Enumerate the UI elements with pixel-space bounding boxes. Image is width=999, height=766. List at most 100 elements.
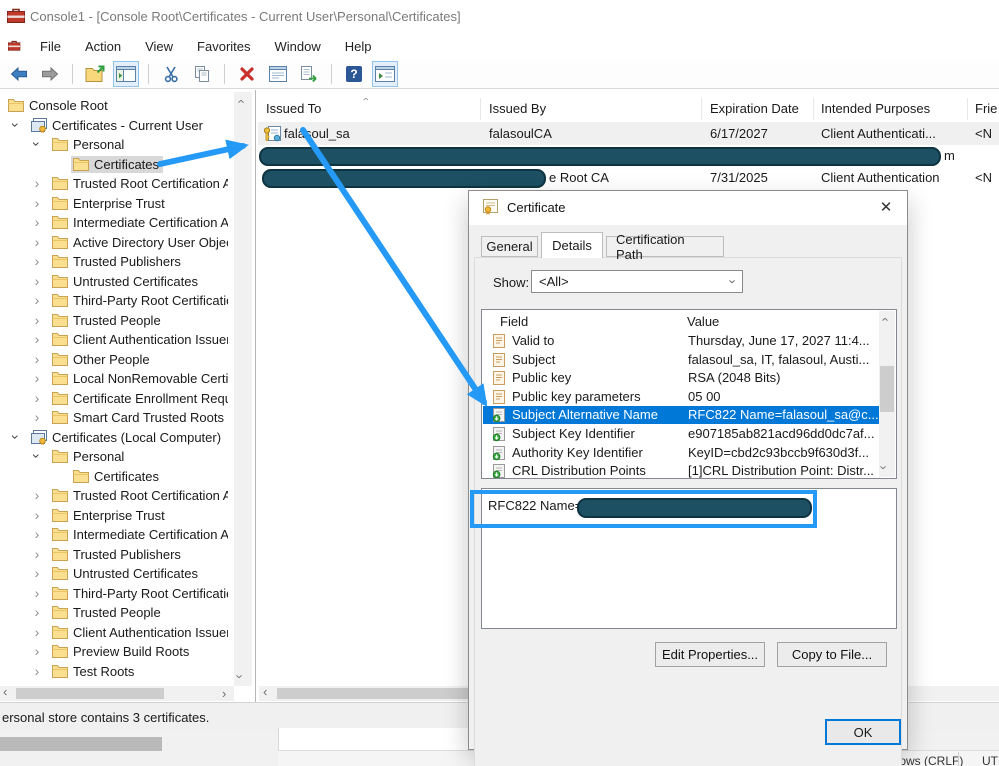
- tree-node[interactable]: Trusted Root Certification Au: [50, 487, 228, 504]
- tree-node[interactable]: Personal: [50, 136, 128, 153]
- field-list-scrollbar[interactable]: › ›: [879, 311, 895, 477]
- menu-help[interactable]: Help: [345, 39, 372, 54]
- tree-node[interactable]: Console Root: [6, 97, 112, 114]
- tree-node[interactable]: Third-Party Root Certification: [50, 585, 228, 602]
- tree-item-trusted-root-certification-au[interactable]: ›Trusted Root Certification Au: [0, 174, 228, 193]
- tree-item-intermediate-certification-au[interactable]: › Intermediate Certification Au: [0, 525, 228, 544]
- tree-item-local-nonremovable-certifi[interactable]: › Local NonRemovable Certifi: [0, 369, 228, 388]
- tree-node[interactable]: Active Directory User Object: [50, 234, 228, 251]
- chevron-collapsed-icon[interactable]: ›: [31, 627, 43, 637]
- tree-item-certificate-enrollment-reque[interactable]: ›Certificate Enrollment Reque: [0, 389, 228, 408]
- show-console-tree-icon[interactable]: [113, 61, 139, 87]
- chevron-collapsed-icon[interactable]: ›: [31, 607, 43, 617]
- tree-item-active-directory-user-object[interactable]: ›Active Directory User Object: [0, 233, 228, 252]
- tree-item-test-roots[interactable]: ›Test Roots: [0, 662, 228, 681]
- chevron-collapsed-icon[interactable]: ›: [31, 354, 43, 364]
- tree-node[interactable]: Client Authentication Issuers: [50, 331, 228, 348]
- tree-item-certificates[interactable]: Certificates: [0, 467, 228, 486]
- tree-node[interactable]: Preview Build Roots: [50, 643, 193, 660]
- tab-certification-path[interactable]: Certification Path: [606, 236, 724, 257]
- chevron-collapsed-icon[interactable]: ›: [31, 490, 43, 500]
- tree-node[interactable]: Intermediate Certification Au: [50, 526, 228, 543]
- help-icon[interactable]: ?: [341, 61, 367, 87]
- chevron-expanded-icon[interactable]: ›: [11, 119, 21, 131]
- chevron-expanded-icon[interactable]: ›: [32, 450, 42, 462]
- tree-node[interactable]: Intermediate Certification Au: [50, 214, 228, 231]
- tree-item-client-authentication-issuers[interactable]: ›Client Authentication Issuers: [0, 330, 228, 349]
- tree-node[interactable]: Certificates: [71, 156, 163, 173]
- menu-file[interactable]: File: [40, 39, 61, 54]
- tree-item-trusted-people[interactable]: › Trusted People: [0, 603, 228, 622]
- delete-icon[interactable]: [234, 61, 260, 87]
- field-row-subject-alternative-name[interactable]: Subject Alternative NameRFC822 Name=fala…: [483, 406, 880, 424]
- tree-item-preview-build-roots[interactable]: › Preview Build Roots: [0, 642, 228, 661]
- chevron-collapsed-icon[interactable]: ›: [31, 217, 43, 227]
- value-column-header[interactable]: Value: [687, 314, 719, 329]
- menu-view[interactable]: View: [145, 39, 173, 54]
- back-arrow-icon[interactable]: [6, 61, 32, 87]
- chevron-expanded-icon[interactable]: ›: [11, 431, 21, 443]
- tree-item-untrusted-certificates[interactable]: ›Untrusted Certificates: [0, 272, 228, 291]
- chevron-collapsed-icon[interactable]: ›: [31, 588, 43, 598]
- column-friendly[interactable]: Frie: [975, 101, 997, 116]
- tree-node[interactable]: Trusted Publishers: [50, 253, 185, 270]
- tree-item-enterprise-trust[interactable]: ›Enterprise Trust: [0, 506, 228, 525]
- scroll-left-icon[interactable]: ›: [3, 687, 7, 700]
- tree-horizontal-scrollbar[interactable]: › ›: [0, 686, 234, 701]
- column-issued-by[interactable]: Issued By: [489, 101, 546, 116]
- column-purposes[interactable]: Intended Purposes: [821, 101, 930, 116]
- menu-action[interactable]: Action: [85, 39, 121, 54]
- chevron-collapsed-icon[interactable]: ›: [31, 549, 43, 559]
- chevron-collapsed-icon[interactable]: ›: [31, 568, 43, 578]
- chevron-collapsed-icon[interactable]: ›: [31, 295, 43, 305]
- show-window-icon[interactable]: [372, 61, 398, 87]
- tree-item-console-root[interactable]: Console Root: [0, 96, 228, 115]
- chevron-collapsed-icon[interactable]: ›: [31, 256, 43, 266]
- tree-node[interactable]: Other People: [50, 351, 154, 368]
- ok-button[interactable]: OK: [825, 719, 901, 745]
- tree-node[interactable]: Certificates (Local Computer): [29, 429, 225, 446]
- up-folder-icon[interactable]: [82, 61, 108, 87]
- tree-node[interactable]: Trusted Publishers: [50, 546, 185, 563]
- field-row-subject-key-identifier[interactable]: Subject Key Identifiere907185ab821acd96d…: [483, 425, 880, 443]
- chevron-collapsed-icon[interactable]: ›: [31, 373, 43, 383]
- tree-node[interactable]: Third-Party Root Certification: [50, 292, 228, 309]
- chevron-collapsed-icon[interactable]: ›: [31, 393, 43, 403]
- tree-node[interactable]: Client Authentication Issuers: [50, 624, 228, 641]
- tree-item-trusted-publishers[interactable]: › Trusted Publishers: [0, 545, 228, 564]
- chevron-collapsed-icon[interactable]: ›: [31, 646, 43, 656]
- field-row-public-key-parameters[interactable]: Public key parameters05 00: [483, 388, 880, 406]
- chevron-collapsed-icon[interactable]: ›: [31, 529, 43, 539]
- properties-icon[interactable]: [265, 61, 291, 87]
- copy-to-file-button[interactable]: Copy to File...: [777, 642, 887, 667]
- tree-node[interactable]: Local NonRemovable Certifi: [50, 370, 228, 387]
- close-icon[interactable]: ✕: [871, 193, 901, 221]
- tree-item-trusted-root-certification-au[interactable]: › Trusted Root Certification Au: [0, 486, 228, 505]
- tree-item-intermediate-certification-au[interactable]: › Intermediate Certification Au: [0, 213, 228, 232]
- field-row-public-key[interactable]: Public keyRSA (2048 Bits): [483, 369, 880, 387]
- scroll-down-icon[interactable]: ›: [878, 465, 891, 469]
- tree-item-personal[interactable]: ›Personal: [0, 447, 228, 466]
- tree-node[interactable]: Trusted People: [50, 604, 165, 621]
- edit-properties-button[interactable]: Edit Properties...: [655, 642, 765, 667]
- tree-item-other-people[interactable]: › Other People: [0, 350, 228, 369]
- tree-node[interactable]: Smart Card Trusted Roots: [50, 409, 228, 426]
- tree-item-third-party-root-certification[interactable]: › Third-Party Root Certification: [0, 584, 228, 603]
- menu-favorites[interactable]: Favorites: [197, 39, 250, 54]
- scrollbar-thumb[interactable]: [880, 366, 894, 412]
- chevron-collapsed-icon[interactable]: ›: [31, 276, 43, 286]
- tree-item-untrusted-certificates[interactable]: › Untrusted Certificates: [0, 564, 228, 583]
- export-list-icon[interactable]: [296, 61, 322, 87]
- tree-node[interactable]: Test Roots: [50, 663, 138, 680]
- chevron-collapsed-icon[interactable]: ›: [31, 198, 43, 208]
- tree-vertical-scrollbar[interactable]: › ›: [234, 92, 252, 686]
- field-row-authority-key-identifier[interactable]: Authority Key IdentifierKeyID=cbd2c93bcc…: [483, 444, 880, 462]
- tree-node[interactable]: Certificates - Current User: [29, 117, 207, 134]
- field-row-valid-to[interactable]: Valid toThursday, June 17, 2027 11:4...: [483, 332, 880, 350]
- tree-node[interactable]: Untrusted Certificates: [50, 565, 202, 582]
- chevron-collapsed-icon[interactable]: ›: [31, 315, 43, 325]
- scroll-up-icon[interactable]: ›: [878, 317, 891, 321]
- tree-item-certificates-local-computer[interactable]: › Certificates (Local Computer): [0, 428, 228, 447]
- field-column-header[interactable]: Field: [500, 314, 528, 329]
- tree-item-trusted-publishers[interactable]: › Trusted Publishers: [0, 252, 228, 271]
